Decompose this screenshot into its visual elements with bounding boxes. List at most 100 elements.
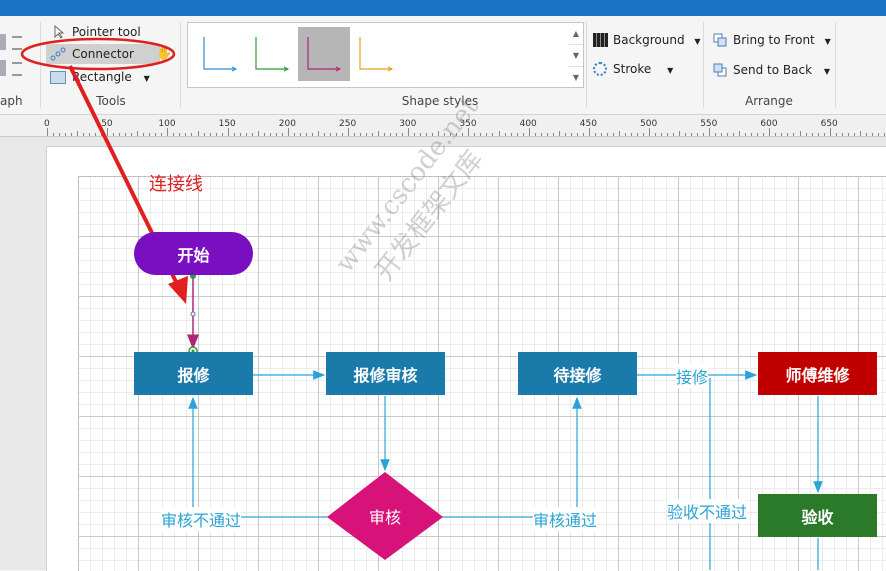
ruler-tick-mark (528, 128, 530, 136)
ruler-tick-mark (829, 128, 831, 136)
ruler-tick-mark (197, 131, 199, 136)
align-icon[interactable] (0, 34, 6, 50)
send-to-back-button[interactable]: Send to Back ▼ (711, 60, 853, 80)
hand-icon[interactable]: ✋ (156, 46, 172, 61)
stroke-button[interactable]: Stroke ▼ (591, 59, 703, 79)
gallery-more-icon[interactable]: ▼ (569, 67, 583, 88)
edge-label-take: 接修 (676, 364, 709, 388)
master-repair-node[interactable]: 师傅维修 (758, 352, 877, 395)
shape-style-magenta[interactable] (298, 27, 350, 81)
ruler-tick-mark (209, 133, 211, 136)
ruler-tick-mark (101, 133, 103, 136)
accept-node[interactable]: 验收 (758, 494, 877, 537)
ruler-tick-mark (649, 128, 650, 136)
pending-node[interactable]: 待接修 (518, 352, 637, 395)
ruler-tick-mark (95, 133, 97, 136)
ruler-tick-mark (576, 133, 578, 136)
ruler-tick-mark (534, 133, 536, 136)
chevron-down-icon[interactable]: ▼ (144, 74, 150, 83)
ruler-tick-mark (697, 133, 699, 136)
ruler-tick-mark (149, 133, 151, 136)
ruler-tick-mark (787, 133, 789, 136)
ruler-tick-mark (366, 133, 368, 136)
send-to-back-icon (713, 63, 727, 77)
ruler-tick-mark (360, 133, 362, 136)
ruler-tick-mark (655, 133, 657, 136)
list-icon[interactable] (12, 62, 22, 76)
ruler-tick-mark (847, 133, 849, 136)
ruler-tick-mark (71, 133, 73, 136)
ruler-tick-mark (317, 131, 319, 136)
edge-label-pass: 审核通过 (533, 507, 598, 531)
ruler-tick-mark (125, 133, 127, 136)
ruler-tick-mark (173, 133, 175, 136)
ruler-tick-mark (53, 133, 55, 136)
ruler-tick-mark (161, 133, 163, 136)
ruler-tick-mark (420, 133, 422, 136)
ruler-tick-mark (685, 133, 687, 136)
align-icon[interactable] (0, 60, 6, 76)
connector-icon (50, 47, 66, 61)
connector-tool-label: Connector (72, 47, 134, 61)
ruler-tick-mark (329, 133, 331, 136)
ruler-tick-mark (143, 133, 145, 136)
ruler-tick-mark (600, 133, 602, 136)
annotation-label: 连接线 (149, 174, 203, 195)
ruler-tick-mark (275, 133, 277, 136)
rectangle-tool-label: Rectangle (72, 70, 132, 84)
list-icon[interactable] (12, 36, 22, 50)
ruler-tick-mark (348, 128, 349, 136)
gallery-scrollbar[interactable]: ▲ ▼ ▼ (569, 22, 584, 88)
ruler-tick-mark (263, 133, 265, 136)
rectangle-icon (50, 71, 66, 84)
connector-tool-button[interactable]: Connector (46, 44, 160, 64)
start-node[interactable]: 开始 (134, 232, 253, 275)
ruler-tick-mark (191, 133, 193, 136)
separator (703, 22, 704, 108)
ruler-tick-mark (167, 128, 169, 136)
chevron-down-icon[interactable]: ▼ (824, 67, 830, 76)
shape-style-green[interactable] (246, 27, 298, 81)
group-label-paragraph: aph (0, 94, 23, 108)
ruler-tick-mark (715, 133, 717, 136)
ruler-tick-mark (402, 133, 404, 136)
scroll-up-icon[interactable]: ▲ (569, 23, 583, 45)
scroll-down-icon[interactable]: ▼ (569, 45, 583, 67)
review-report-node[interactable]: 报修审核 (326, 352, 445, 395)
ruler-tick-mark (835, 133, 837, 136)
ruler-tick-mark (817, 133, 819, 136)
ruler-tick-mark (739, 131, 741, 136)
shape-style-blue[interactable] (194, 27, 246, 81)
shape-styles-gallery[interactable] (187, 22, 571, 88)
chevron-down-icon[interactable]: ▼ (667, 66, 673, 75)
ruler-tick-mark (408, 128, 410, 136)
shape-style-orange[interactable] (350, 27, 402, 81)
ruler-tick-mark (323, 133, 325, 136)
ruler-tick-mark (667, 133, 669, 136)
ruler-tick-mark (185, 133, 187, 136)
ruler-tick-mark (841, 133, 843, 136)
bring-to-front-label: Bring to Front (733, 33, 815, 47)
chevron-down-icon[interactable]: ▼ (825, 37, 831, 46)
ruler-tick-mark (805, 133, 807, 136)
ruler-tick-mark (299, 133, 301, 136)
ruler-tick-mark (865, 133, 867, 136)
ruler-tick-mark (612, 133, 614, 136)
ruler-tick-mark (781, 133, 783, 136)
ruler-tick-mark (721, 133, 723, 136)
ruler-tick-mark (751, 133, 753, 136)
bring-to-front-button[interactable]: Bring to Front ▼ (711, 30, 853, 50)
ruler-tick-mark (83, 133, 85, 136)
pointer-tool-button[interactable]: Pointer tool (46, 22, 182, 42)
rectangle-tool-button[interactable]: Rectangle ▼ (46, 67, 182, 87)
ruler-tick-mark (305, 133, 307, 136)
chevron-down-icon[interactable]: ▼ (694, 37, 700, 46)
ruler-tick-mark (691, 133, 693, 136)
stroke-label: Stroke (613, 62, 652, 76)
report-node[interactable]: 报修 (134, 352, 253, 395)
ruler-tick-mark (221, 133, 223, 136)
ruler-tick-mark (775, 133, 777, 136)
ruler-tick-mark (606, 133, 608, 136)
ruler-tick-mark (239, 133, 241, 136)
group-label-shape-styles: Shape styles (401, 94, 479, 108)
